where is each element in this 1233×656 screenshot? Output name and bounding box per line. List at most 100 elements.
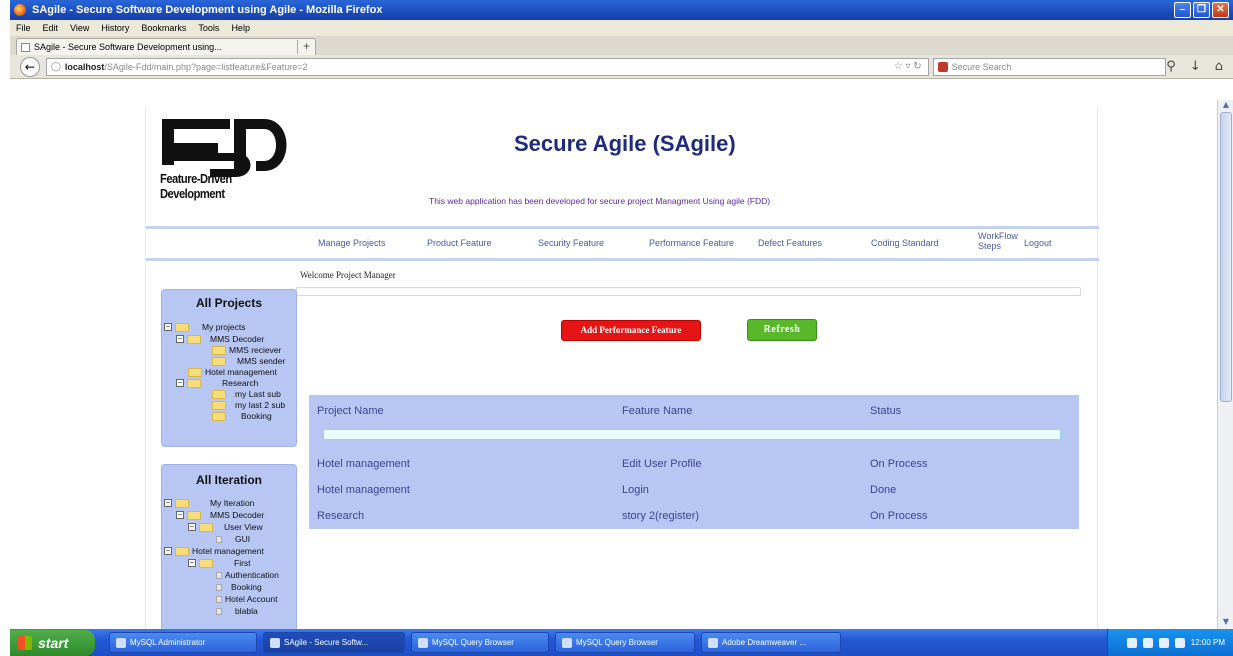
scrollbar-thumb[interactable] — [1220, 112, 1232, 402]
all-projects-panel: All Projects – My projects – MMS Decoder M… — [161, 289, 297, 447]
folder-icon — [212, 356, 226, 366]
tree-item[interactable]: blabla — [216, 606, 258, 616]
tree-item[interactable]: MMS reciever — [212, 345, 281, 355]
folder-icon — [187, 334, 201, 344]
collapse-icon[interactable]: – — [164, 499, 172, 507]
main-nav: Manage Projects Product Feature Security… — [146, 228, 1099, 258]
collapse-icon[interactable]: – — [176, 379, 184, 387]
window-titlebar: SAgile - Secure Software Development usi… — [10, 0, 1233, 20]
message-box — [296, 287, 1081, 296]
file-icon — [216, 571, 222, 579]
scroll-down-icon[interactable]: ▼ — [1218, 617, 1233, 629]
tray-icon[interactable] — [1174, 637, 1185, 648]
new-tab-icon[interactable]: + — [297, 40, 315, 54]
tree-item[interactable]: – My projects — [164, 322, 245, 332]
all-iteration-panel: All Iteration – My Iteration – MMS Decoder… — [161, 464, 297, 629]
browser-tab[interactable]: SAgile - Secure Software Development usi… — [16, 38, 316, 55]
address-bar[interactable]: ◯ localhost /SAgile-Fdd/main.php?page=li… — [45, 57, 929, 76]
table-cell[interactable]: Edit User Profile — [622, 458, 701, 470]
welcome-text: Welcome Project Manager — [300, 270, 396, 280]
tree-item[interactable]: Booking — [216, 582, 262, 592]
tray-icon[interactable] — [1142, 637, 1153, 648]
tree-item[interactable]: my last 2 sub — [212, 400, 285, 410]
collapse-icon[interactable]: – — [176, 511, 184, 519]
tree-item[interactable]: GUI — [216, 534, 250, 544]
nav-manage-projects[interactable]: Manage Projects — [318, 238, 386, 248]
table-cell[interactable]: Login — [622, 484, 649, 496]
tree-item[interactable]: – Research — [176, 378, 258, 388]
tree-item[interactable]: MMS sender — [212, 356, 285, 366]
taskbar-item[interactable]: MySQL Administrator — [109, 632, 257, 653]
clock[interactable]: 12:00 PM — [1191, 638, 1225, 647]
add-performance-feature-button[interactable]: Add Performance Feature — [561, 320, 701, 341]
folder-icon — [212, 389, 226, 399]
url-path: /SAgile-Fdd/main.php?page=listfeature&Fe… — [104, 61, 308, 72]
start-button[interactable]: start — [10, 629, 95, 656]
taskbar-item-active[interactable]: SAgile - Secure Softw... — [263, 632, 405, 653]
search-engine-icon[interactable] — [937, 61, 948, 72]
back-arrow-icon[interactable]: ← — [20, 56, 40, 77]
page-icon — [21, 42, 30, 52]
nav-security-feature[interactable]: Security Feature — [538, 238, 604, 248]
minimize-icon[interactable]: – — [1174, 2, 1191, 18]
tree-item[interactable]: – User View — [188, 522, 263, 532]
nav-toolbar: ← ◯ localhost /SAgile-Fdd/main.php?page=… — [10, 55, 1233, 79]
collapse-icon[interactable]: – — [164, 547, 172, 555]
maximize-icon[interactable]: ❐ — [1193, 2, 1210, 18]
tree-item[interactable]: Hotel Account — [216, 594, 277, 604]
tree-item[interactable]: – MMS Decoder — [176, 510, 264, 520]
nav-workflow-steps[interactable]: WorkFlow Steps — [978, 231, 1018, 251]
tray-icon[interactable] — [1158, 637, 1169, 648]
tree-item[interactable]: Hotel management — [188, 367, 277, 377]
folder-icon — [188, 367, 202, 377]
file-icon — [216, 595, 222, 603]
nav-product-feature[interactable]: Product Feature — [427, 238, 492, 248]
menu-tools[interactable]: Tools — [198, 23, 219, 33]
taskbar-item[interactable]: MySQL Query Browser — [555, 632, 695, 653]
menu-bookmarks[interactable]: Bookmarks — [141, 23, 186, 33]
refresh-button[interactable]: Refresh — [747, 319, 817, 341]
dreamweaver-icon — [708, 637, 718, 648]
folder-icon — [212, 345, 226, 355]
menu-edit[interactable]: Edit — [43, 23, 59, 33]
window-title: SAgile - Secure Software Development usi… — [32, 4, 383, 16]
download-icon[interactable]: ↓ — [1190, 59, 1201, 74]
home-icon[interactable]: ⌂ — [1215, 59, 1223, 74]
page-viewport: Feature-Driven Development Secure Agile … — [10, 80, 1217, 629]
taskbar-item[interactable]: Adobe Dreamweaver ... — [701, 632, 841, 653]
column-header-project: Project Name — [317, 405, 384, 417]
menu-bar: File Edit View History Bookmarks Tools H… — [10, 20, 1233, 36]
tree-item[interactable]: Booking — [212, 411, 272, 421]
tree-item[interactable]: – First — [188, 558, 251, 568]
collapse-icon[interactable]: – — [176, 335, 184, 343]
bookmark-star-icon[interactable]: ☆ ▿ ↻ — [894, 61, 922, 72]
taskbar-item[interactable]: MySQL Query Browser — [411, 632, 549, 653]
close-icon[interactable]: ✕ — [1212, 2, 1229, 18]
collapse-icon[interactable]: – — [188, 523, 196, 531]
search-icon[interactable]: ⚲ — [1166, 59, 1176, 74]
tree-item[interactable]: – Hotel management — [164, 546, 264, 556]
menu-history[interactable]: History — [101, 23, 129, 33]
nav-workflow-line2: Steps — [978, 241, 1002, 251]
nav-coding-standard[interactable]: Coding Standard — [871, 238, 939, 248]
tree-item[interactable]: – My Iteration — [164, 498, 254, 508]
table-cell[interactable]: story 2(register) — [622, 510, 699, 522]
collapse-icon[interactable]: – — [164, 323, 172, 331]
vertical-scrollbar[interactable]: ▲ ▼ — [1217, 100, 1233, 629]
tree-item[interactable]: – MMS Decoder — [176, 334, 264, 344]
tree-item[interactable]: Authentication — [216, 570, 279, 580]
collapse-icon[interactable]: – — [188, 559, 196, 567]
folder-icon — [175, 546, 189, 556]
search-bar[interactable]: Secure Search — [932, 57, 1167, 76]
menu-help[interactable]: Help — [231, 23, 250, 33]
menu-view[interactable]: View — [70, 23, 89, 33]
scroll-up-icon[interactable]: ▲ — [1218, 100, 1233, 112]
nav-divider-bottom — [146, 258, 1099, 261]
nav-logout[interactable]: Logout — [1024, 238, 1052, 248]
tray-icon[interactable] — [1126, 637, 1137, 648]
table-cell: On Process — [870, 458, 928, 470]
nav-performance-feature[interactable]: Performance Feature — [649, 238, 734, 248]
nav-defect-features[interactable]: Defect Features — [758, 238, 822, 248]
menu-file[interactable]: File — [16, 23, 31, 33]
tree-item[interactable]: my Last sub — [212, 389, 281, 399]
